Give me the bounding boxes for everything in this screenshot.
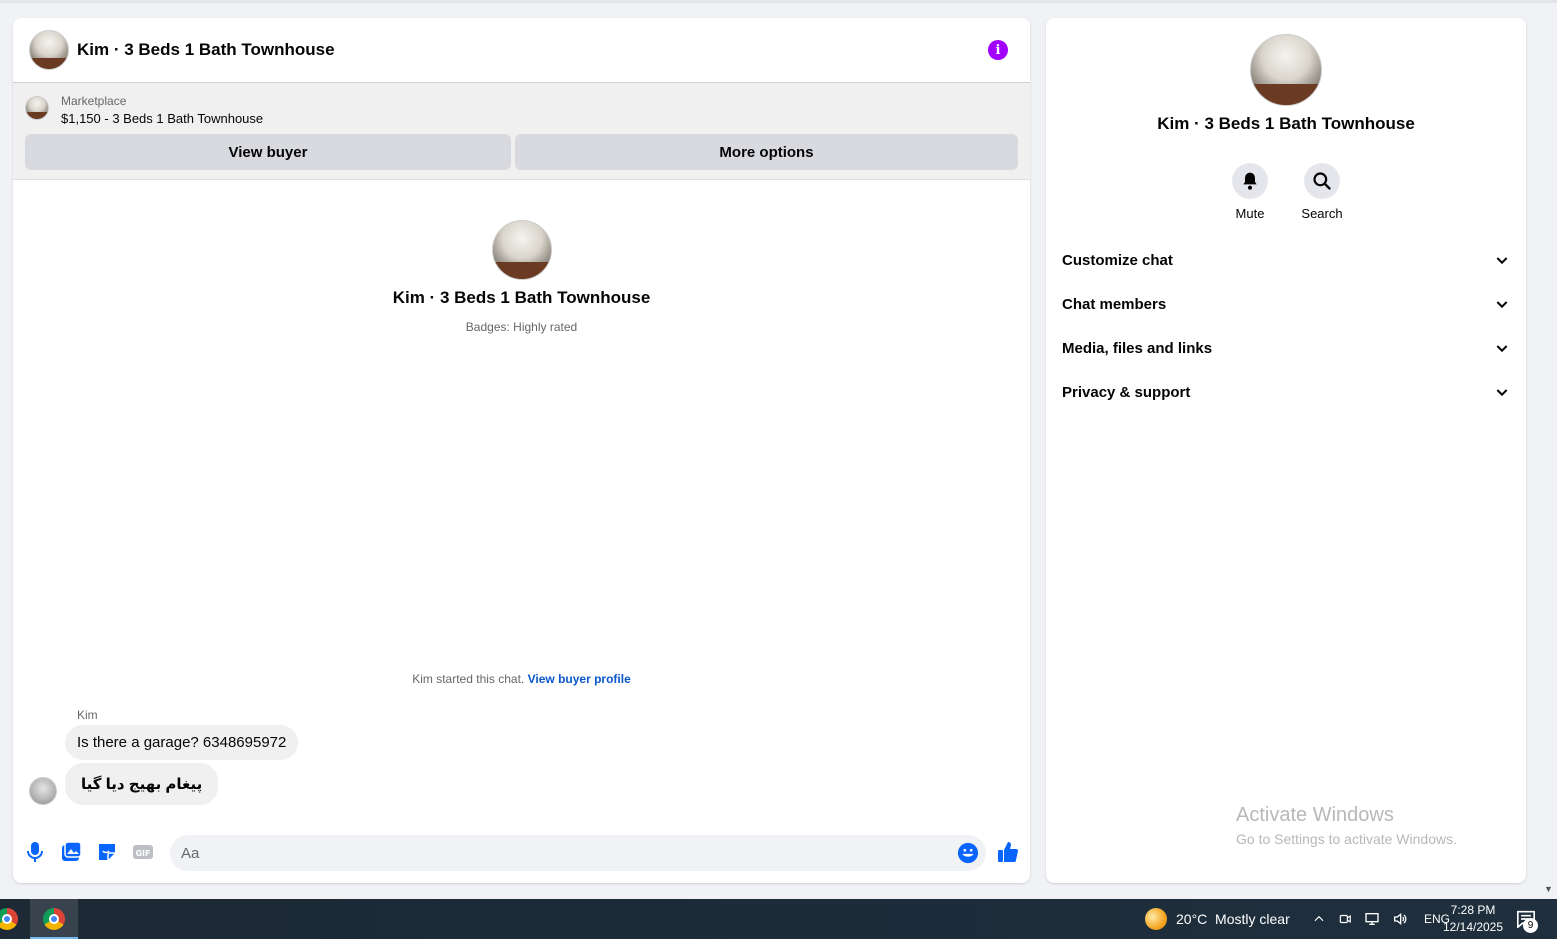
gif-icon[interactable]: GIF (131, 840, 155, 864)
chevron-down-icon (1496, 389, 1508, 397)
chat-intro: Kim · 3 Beds 1 Bath Townhouse Badges: Hi… (13, 220, 1030, 334)
chat-header: Kim · 3 Beds 1 Bath Townhouse i (13, 18, 1030, 82)
intro-name: Kim · 3 Beds 1 Bath Townhouse (392, 288, 651, 307)
search-label: Search (1301, 206, 1343, 221)
photo-icon[interactable] (59, 840, 83, 864)
meet-icon[interactable] (1338, 912, 1352, 926)
marketplace-actions: View buyer More options (25, 134, 1018, 170)
listing-thumbnail (25, 96, 49, 120)
message-bubble[interactable]: Is there a garage? 6348695972 (65, 725, 299, 760)
svg-text:GIF: GIF (135, 849, 150, 858)
sticker-icon[interactable] (95, 840, 119, 864)
watermark-subtitle: Go to Settings to activate Windows. (1236, 831, 1457, 847)
clock-date: 12/14/2025 (1442, 920, 1504, 934)
clock-time: 7:28 PM (1450, 903, 1496, 917)
chat-info-panel: Kim · 3 Beds 1 Bath Townhouse Mute Searc… (1046, 18, 1526, 883)
marketplace-label: Marketplace (61, 94, 127, 108)
mute-circle[interactable] (1232, 163, 1268, 199)
search-button[interactable]: Search (1301, 163, 1343, 221)
marketplace-bar: Marketplace $1,150 - 3 Beds 1 Bath Townh… (13, 82, 1030, 180)
chat-started-notice: Kim started this chat. View buyer profil… (13, 672, 1030, 686)
section-chat-members[interactable]: Chat members (1062, 282, 1510, 326)
message-input[interactable] (170, 835, 986, 871)
emoji-icon[interactable] (957, 842, 979, 864)
taskbar: 20°C Mostly clear ENG 7:28 PM 12/14/2025… (0, 899, 1557, 939)
section-label: Privacy & support (1062, 383, 1191, 401)
taskbar-app-chrome[interactable] (30, 899, 78, 939)
chevron-up-icon[interactable] (1312, 912, 1326, 926)
bell-icon (1243, 172, 1257, 190)
view-buyer-button[interactable]: View buyer (25, 134, 511, 170)
chevron-down-icon (1496, 301, 1508, 309)
mute-label: Mute (1235, 206, 1265, 221)
moon-icon (1145, 908, 1167, 930)
info-avatar-wrap (1250, 34, 1322, 106)
watermark-title: Activate Windows (1236, 804, 1394, 826)
chrome-icon (0, 908, 18, 930)
info-icon[interactable]: i (988, 40, 1008, 60)
message-bubble[interactable]: پیغام بھیج دیا گیا (65, 763, 219, 805)
weather-text: 20°C Mostly clear (1176, 911, 1290, 927)
info-actions: Mute Search (1046, 163, 1526, 221)
scroll-down-arrow[interactable]: ▼ (1544, 884, 1553, 894)
view-buyer-profile-link[interactable]: View buyer profile (528, 672, 631, 686)
top-divider (0, 0, 1557, 3)
listing-title: $1,150 - 3 Beds 1 Bath Townhouse (61, 111, 264, 126)
microphone-icon[interactable] (23, 840, 47, 864)
section-media-files-links[interactable]: Media, files and links (1062, 326, 1510, 370)
notification-badge: 9 (1523, 918, 1538, 933)
chat-avatar[interactable] (29, 30, 69, 70)
clock[interactable]: 7:28 PM 12/14/2025 (1441, 902, 1505, 936)
started-text: Kim started this chat. (412, 672, 525, 686)
sender-avatar[interactable] (29, 777, 57, 805)
network-icon[interactable] (1364, 911, 1380, 927)
mute-button[interactable]: Mute (1232, 163, 1268, 221)
section-privacy-support[interactable]: Privacy & support (1062, 370, 1510, 414)
search-icon (1313, 172, 1331, 190)
marketplace-listing[interactable]: Marketplace $1,150 - 3 Beds 1 Bath Townh… (25, 93, 263, 129)
info-name: Kim · 3 Beds 1 Bath Townhouse (1157, 114, 1415, 133)
section-label: Chat members (1062, 295, 1167, 313)
section-label: Customize chat (1062, 251, 1173, 269)
section-customize-chat[interactable]: Customize chat (1062, 238, 1510, 282)
system-tray: ENG (1312, 899, 1450, 939)
chrome-icon (43, 908, 65, 930)
badges-text: Badges: Highly rated (465, 320, 578, 334)
thumbs-up-icon[interactable] (996, 840, 1020, 864)
activate-windows-watermark: Activate Windows Go to Settings to activ… (1236, 804, 1457, 847)
chevron-down-icon (1496, 345, 1508, 353)
chevron-down-icon (1496, 257, 1508, 265)
info-avatar[interactable] (1250, 34, 1322, 106)
weather-widget[interactable]: 20°C Mostly clear (1145, 899, 1290, 939)
intro-avatar[interactable] (491, 220, 552, 280)
taskbar-app-chrome-profile[interactable] (0, 899, 22, 939)
more-options-button[interactable]: More options (515, 134, 1018, 170)
sender-name: Kim (77, 708, 98, 722)
section-label: Media, files and links (1062, 339, 1213, 357)
chat-panel: Kim · 3 Beds 1 Bath Townhouse i Marketpl… (13, 18, 1030, 883)
chat-title[interactable]: Kim · 3 Beds 1 Bath Townhouse (77, 40, 335, 60)
volume-icon[interactable] (1392, 911, 1408, 927)
search-circle[interactable] (1304, 163, 1340, 199)
composer: GIF (13, 830, 1030, 876)
